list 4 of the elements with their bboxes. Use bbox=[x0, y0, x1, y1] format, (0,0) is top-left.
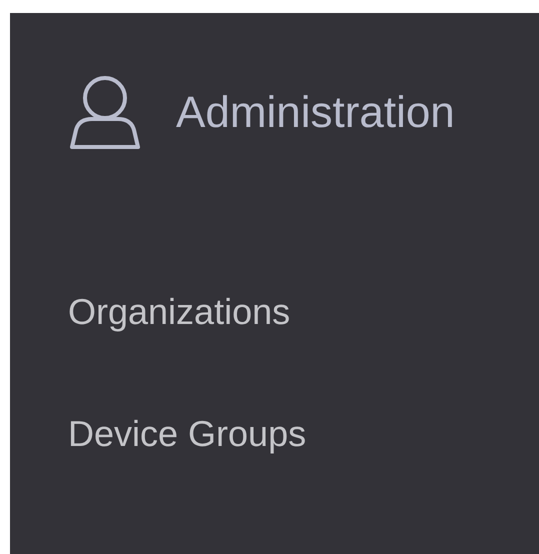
user-icon bbox=[68, 76, 142, 150]
section-title: Administration bbox=[176, 91, 455, 135]
menu-item[interactable]: Device Groups bbox=[68, 416, 306, 452]
menu-item[interactable]: Organizations bbox=[68, 294, 290, 330]
